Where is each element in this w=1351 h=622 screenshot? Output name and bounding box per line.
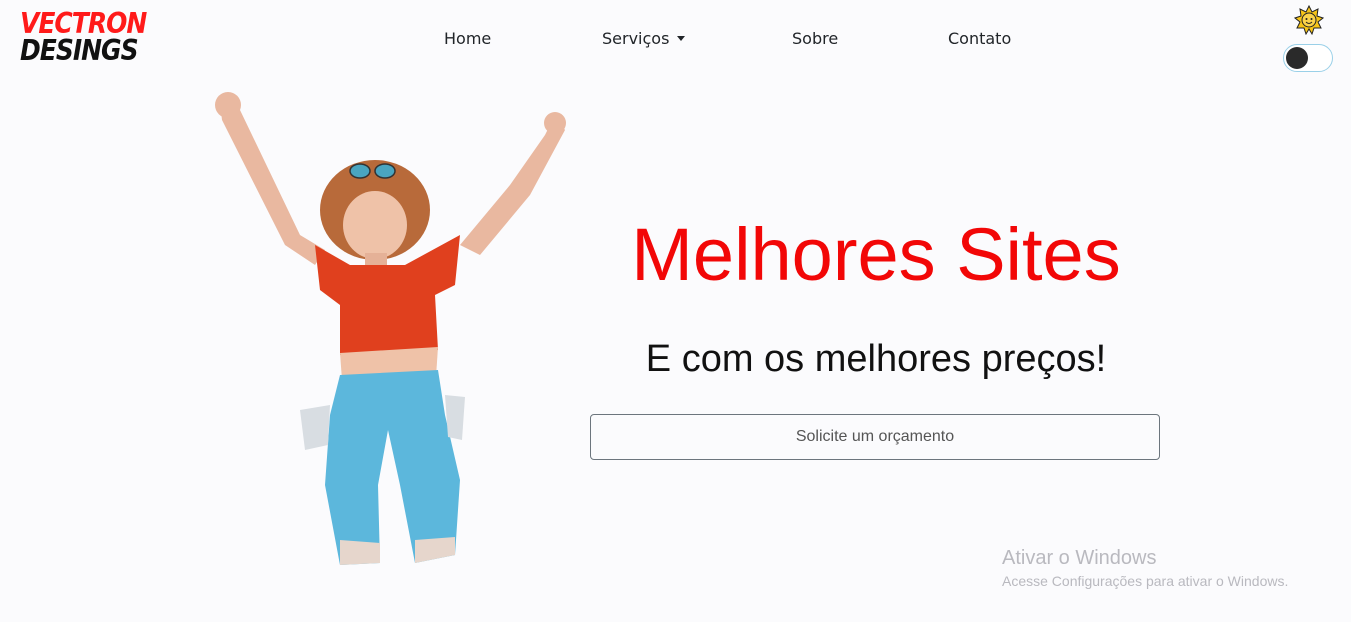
sun-icon xyxy=(1294,5,1324,35)
nav-home[interactable]: Home xyxy=(444,29,491,48)
nav-services-label: Serviços xyxy=(602,29,670,48)
watermark-subtitle: Acesse Configurações para ativar o Windo… xyxy=(1002,573,1289,589)
nav-services-dropdown[interactable]: Serviços xyxy=(602,29,686,48)
woman-jumping-photo xyxy=(215,92,566,565)
caret-down-icon xyxy=(677,36,686,41)
request-quote-button[interactable]: Solicite um orçamento xyxy=(590,414,1160,460)
nav-contact[interactable]: Contato xyxy=(948,29,1011,48)
hero-title: Melhores Sites xyxy=(631,213,1121,296)
main-nav: Home Serviços Sobre Contato xyxy=(0,29,1351,51)
toggle-knob xyxy=(1286,47,1308,69)
watermark-title: Ativar o Windows xyxy=(1002,547,1157,569)
nav-about[interactable]: Sobre xyxy=(792,29,838,48)
theme-toggle[interactable] xyxy=(1283,44,1333,72)
hero-subtitle: E com os melhores preços! xyxy=(645,338,1107,380)
windows-activation-watermark: Ativar o Windows Acesse Configurações pa… xyxy=(1002,546,1288,592)
